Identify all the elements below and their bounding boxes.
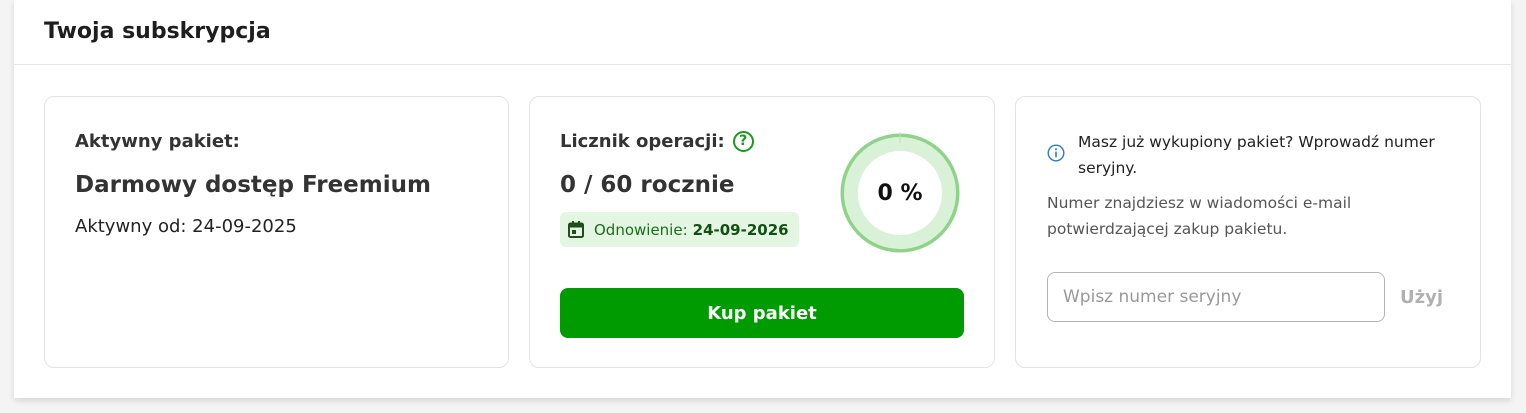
active-since-text: Aktywny od: 24-09-2025: [75, 216, 297, 237]
operations-counter: 0 / 60 rocznie: [560, 172, 735, 198]
panel-header: Twoja subskrypcja: [14, 0, 1511, 65]
operations-card: Licznik operacji: ? 0 / 60 rocznie Odnow…: [529, 96, 995, 368]
serial-number-input[interactable]: [1047, 272, 1385, 322]
info-circle-icon: [1047, 144, 1065, 162]
active-package-label: Aktywny pakiet:: [75, 131, 240, 152]
use-serial-button[interactable]: Użyj: [1400, 279, 1456, 315]
serial-info-row: Masz już wykupiony pakiet? Wprowadź nume…: [1047, 129, 1447, 181]
serial-hint-text: Numer znajdziesz w wiadomości e-mail pot…: [1047, 194, 1352, 238]
page-title: Twoja subskrypcja: [44, 18, 271, 44]
renewal-date: 24-09-2026: [692, 220, 789, 239]
question-circle-icon[interactable]: ?: [732, 131, 754, 152]
usage-gauge: 0 %: [836, 129, 964, 257]
usage-percent-text: 0 %: [877, 180, 923, 206]
operations-label: Licznik operacji:: [560, 131, 725, 152]
operations-label-row: Licznik operacji: ?: [560, 131, 754, 152]
buy-package-button[interactable]: Kup pakiet: [560, 288, 964, 338]
renewal-badge: Odnowienie: 24-09-2026: [560, 212, 799, 247]
active-package-name: Darmowy dostęp Freemium: [75, 172, 431, 198]
active-package-card: Aktywny pakiet: Darmowy dostęp Freemium …: [44, 96, 509, 368]
renewal-label: Odnowienie:: [594, 220, 688, 239]
serial-info-text: Masz już wykupiony pakiet? Wprowadź nume…: [1078, 133, 1435, 177]
subscription-panel: Twoja subskrypcja Aktywny pakiet: Darmow…: [14, 0, 1511, 398]
calendar-icon: [568, 221, 584, 238]
serial-number-card: Masz już wykupiony pakiet? Wprowadź nume…: [1015, 96, 1481, 368]
